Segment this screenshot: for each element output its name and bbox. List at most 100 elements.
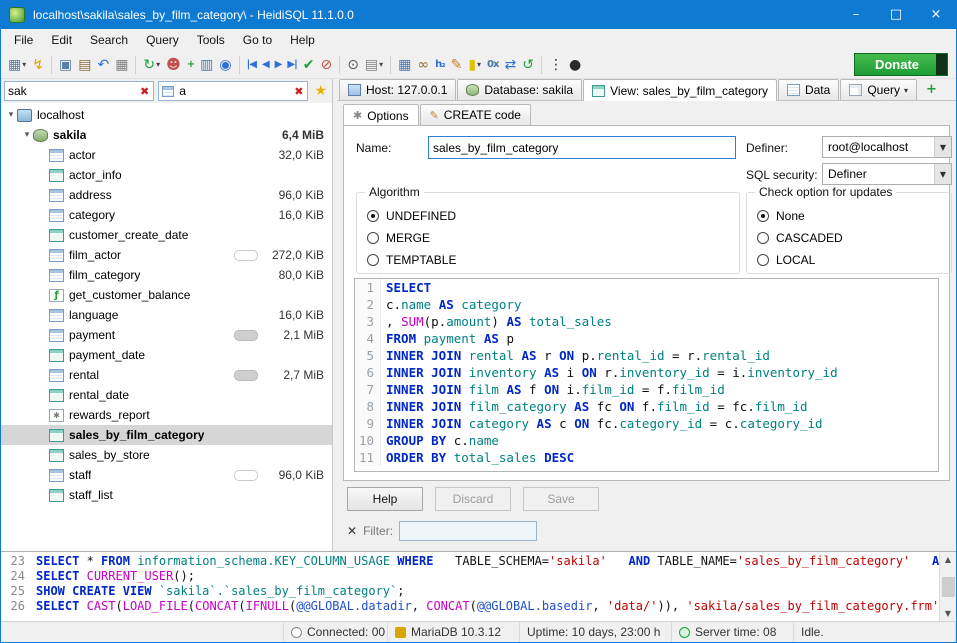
subtab-create-code[interactable]: CREATE code (420, 104, 531, 125)
menu-edit[interactable]: Edit (42, 33, 81, 47)
first-record-icon-glyph: |◀ (247, 60, 256, 70)
tree-item-payment[interactable]: payment2,1 MiB (1, 325, 332, 345)
user-manager-icon[interactable]: ☻ (163, 53, 184, 77)
clear-database-filter-icon[interactable]: ✖ (139, 85, 150, 98)
hex-icon[interactable]: 0x (484, 53, 501, 77)
tree-item-staff[interactable]: staff96,0 KiB (1, 465, 332, 485)
highlighter-icon[interactable]: ▮▾ (465, 53, 484, 77)
apply-icon[interactable]: ✔ (300, 53, 318, 77)
radio-cascaded[interactable]: CASCADED (757, 231, 941, 245)
query-favorites-icon[interactable]: ▤▾ (362, 53, 386, 77)
tree-item-address[interactable]: address96,0 KiB (1, 185, 332, 205)
tab-data[interactable]: Data (778, 79, 839, 100)
subtab-options[interactable]: Options (343, 104, 419, 126)
tree-item-actor[interactable]: actor32,0 KiB (1, 145, 332, 165)
radio-none[interactable]: None (757, 209, 941, 223)
menu-help[interactable]: Help (281, 33, 324, 47)
tab-view[interactable]: View: sales_by_film_category (583, 79, 777, 101)
close-button[interactable]: × (916, 1, 956, 29)
twisty-icon[interactable]: ▾ (5, 110, 17, 120)
tree-item-localhost[interactable]: ▾localhost (1, 105, 332, 125)
swap-icon[interactable]: ⇄ (501, 53, 519, 77)
menu-file[interactable]: File (5, 33, 42, 47)
discard-button[interactable]: Discard (435, 487, 511, 511)
menu-query[interactable]: Query (137, 33, 188, 47)
menu-tools[interactable]: Tools (188, 33, 234, 47)
sql-token: INNER JOIN (386, 348, 461, 363)
disconnect-icon[interactable]: ↯ (29, 53, 47, 77)
session-manager-icon[interactable]: ▦▾ (5, 53, 29, 77)
table-filter-input[interactable] (179, 84, 293, 98)
minimize-button[interactable]: – (836, 1, 876, 29)
view-name-input[interactable] (428, 136, 736, 159)
menu-go-to[interactable]: Go to (234, 33, 281, 47)
undo-icon[interactable]: ↶ (94, 53, 112, 77)
tab-database[interactable]: Database: sakila (457, 79, 582, 100)
overflow-icon[interactable]: ⋮ (546, 53, 566, 77)
export-database-icon[interactable]: ▥ (197, 53, 216, 77)
log-scrollbar[interactable]: ▲ ▼ (939, 552, 956, 621)
tree-item-sales_by_film_category[interactable]: sales_by_film_category (1, 425, 332, 445)
radio-undefined[interactable]: UNDEFINED (367, 209, 729, 223)
reload-icon[interactable]: ↺ (519, 53, 537, 77)
tree-item-language[interactable]: language16,0 KiB (1, 305, 332, 325)
tree-item-rental_date[interactable]: rental_date (1, 385, 332, 405)
help-button[interactable]: Help (347, 487, 423, 511)
grid-view-icon[interactable]: ▦ (395, 53, 414, 77)
tree-item-staff_list[interactable]: staff_list (1, 485, 332, 505)
tab-query[interactable]: Query▾ (840, 79, 917, 100)
refresh-icon[interactable]: ↻▾ (140, 53, 163, 77)
scroll-up-icon[interactable]: ▲ (945, 552, 951, 567)
next-record-icon[interactable]: ▶ (272, 53, 285, 77)
database-filter-input[interactable] (8, 84, 139, 98)
tree-item-customer_create_date[interactable]: customer_create_date (1, 225, 332, 245)
chevron-down-icon[interactable]: ▼ (934, 137, 951, 157)
radio-temptable[interactable]: TEMPTABLE (367, 253, 729, 267)
sql-editor[interactable]: 1SELECT2c.name AS category3, SUM(p.amoun… (354, 278, 939, 472)
print-icon[interactable]: ▦ (112, 53, 131, 77)
paste-icon[interactable]: ▤ (75, 53, 94, 77)
tree-item-rewards_report[interactable]: rewards_report (1, 405, 332, 425)
tree-item-sales_by_store[interactable]: sales_by_store (1, 445, 332, 465)
row-height-icon[interactable]: h₂ (432, 53, 448, 77)
scrollbar-thumb[interactable] (942, 577, 955, 597)
find-icon[interactable]: ∞ (414, 53, 432, 77)
tree-item-category[interactable]: category16,0 KiB (1, 205, 332, 225)
radio-local[interactable]: LOCAL (757, 253, 941, 267)
cancel-icon[interactable]: ⊘ (317, 53, 335, 77)
clear-table-filter-icon[interactable]: ✖ (293, 85, 304, 98)
tree-item-film_actor[interactable]: film_actor272,0 KiB (1, 245, 332, 265)
radio-merge[interactable]: MERGE (367, 231, 729, 245)
last-record-icon[interactable]: ▶| (284, 53, 299, 77)
sql-security-combobox[interactable]: Definer ▼ (822, 163, 952, 185)
record-icon[interactable]: ● (566, 53, 584, 77)
bottom-filter-input[interactable] (399, 521, 537, 541)
first-record-icon[interactable]: |◀ (244, 53, 259, 77)
sql-token: ; (397, 584, 404, 598)
tree-item-actor_info[interactable]: actor_info (1, 165, 332, 185)
tree-item-sakila[interactable]: ▾sakila6,4 MiB (1, 125, 332, 145)
menu-search[interactable]: Search (81, 33, 137, 47)
maximize-button[interactable]: □ (876, 1, 916, 29)
web-search-icon[interactable]: ◉ (216, 53, 234, 77)
chevron-down-icon[interactable]: ▼ (934, 164, 951, 184)
tree-item-film_category[interactable]: film_category80,0 KiB (1, 265, 332, 285)
tree-item-get_customer_balance[interactable]: get_customer_balance (1, 285, 332, 305)
donate-button[interactable]: Donate (854, 53, 948, 76)
previous-record-icon[interactable]: ◀ (259, 53, 272, 77)
filter-star-icon[interactable]: ★ (312, 83, 329, 99)
tree-item-rental[interactable]: rental2,7 MiB (1, 365, 332, 385)
close-icon[interactable]: ✕ (347, 524, 357, 538)
twisty-icon[interactable]: ▾ (21, 130, 33, 140)
tree-item-payment_date[interactable]: payment_date (1, 345, 332, 365)
save-button[interactable]: Save (523, 487, 599, 511)
scroll-down-icon[interactable]: ▼ (945, 606, 951, 621)
tab-host[interactable]: Host: 127.0.0.1 (339, 79, 456, 100)
pencil-icon[interactable]: ✎ (448, 53, 466, 77)
create-database-icon[interactable]: + (184, 53, 197, 77)
definer-combobox[interactable]: root@localhost ▼ (822, 136, 952, 158)
search-icon[interactable]: ⊙ (344, 53, 362, 77)
copy-icon[interactable]: ▣ (56, 53, 75, 77)
new-query-tab-icon[interactable]: + (926, 82, 937, 97)
server-icon (348, 84, 361, 96)
